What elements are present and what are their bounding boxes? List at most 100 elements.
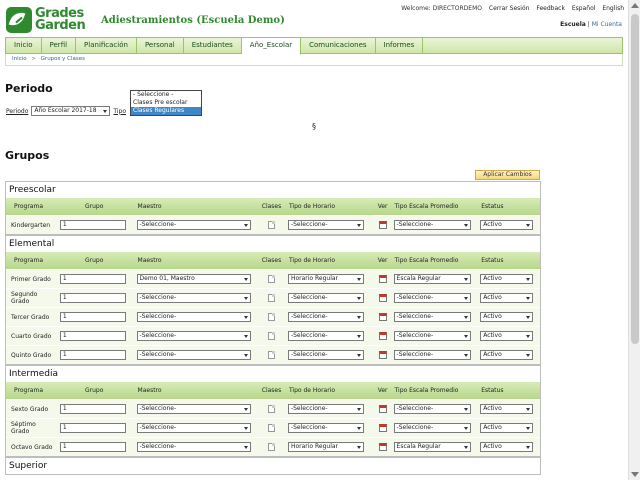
table-header-row: Programa Grupo Maestro Clases Tipo de Horari…: [6, 198, 540, 215]
estatus-select[interactable]: Activo: [480, 404, 534, 414]
calendar-icon[interactable]: [378, 351, 387, 359]
maestro-select[interactable]: -Seleccione-: [136, 312, 251, 322]
document-icon[interactable]: [268, 275, 275, 283]
estatus-select[interactable]: Activo: [480, 442, 534, 452]
nav-tab-7[interactable]: Informes: [376, 38, 424, 53]
estatus-select[interactable]: Activo: [480, 274, 534, 284]
nav-tab-5[interactable]: Año_Escolar: [241, 38, 302, 55]
escala-select[interactable]: Escala Regular: [393, 274, 471, 284]
estatus-cell: Activo: [479, 423, 540, 433]
nav-tab-0[interactable]: Inicio: [6, 38, 42, 53]
horario-cell: -Seleccione-: [286, 312, 373, 322]
grupo-input[interactable]: 1: [59, 350, 126, 360]
column-header-escala: Tipo Escala Promedio: [394, 387, 459, 394]
horario-select[interactable]: -Seleccione-: [287, 423, 364, 433]
vertical-scrollbar[interactable]: [628, 0, 640, 480]
tipo-listbox[interactable]: - Seleccione - Clases Pre escolar Clases R…: [130, 90, 202, 116]
periodo-select[interactable]: Año Escolar 2017-18: [31, 106, 111, 116]
scroll-down-icon[interactable]: [631, 472, 639, 477]
estatus-select[interactable]: Activo: [480, 220, 534, 230]
grupo-input[interactable]: 1: [59, 220, 126, 230]
column-header-estatus: Estatus: [481, 203, 504, 210]
horario-select[interactable]: Horario Regular: [287, 274, 364, 284]
calendar-icon[interactable]: [378, 424, 387, 432]
document-icon[interactable]: [268, 313, 275, 321]
document-icon[interactable]: [268, 424, 275, 432]
tipo-option[interactable]: Clases Regulares: [131, 107, 201, 115]
document-icon[interactable]: [268, 294, 275, 302]
grupo-input[interactable]: 1: [59, 442, 126, 452]
estatus-select[interactable]: Activo: [480, 312, 534, 322]
espanol-link[interactable]: Español: [572, 5, 596, 12]
horario-select[interactable]: -Seleccione-: [287, 350, 364, 360]
escuela-link[interactable]: Escuela: [560, 21, 586, 28]
maestro-select[interactable]: -Seleccione-: [136, 423, 251, 433]
horario-select[interactable]: -Seleccione-: [287, 220, 364, 230]
document-icon[interactable]: [268, 351, 275, 359]
horario-select[interactable]: -Seleccione-: [287, 404, 364, 414]
horario-select[interactable]: -Seleccione-: [287, 312, 364, 322]
escala-select[interactable]: -Seleccione-: [393, 423, 471, 433]
scroll-thumb[interactable]: [631, 14, 639, 344]
breadcrumb-home[interactable]: Inicio: [12, 56, 27, 62]
maestro-select[interactable]: -Seleccione-: [136, 350, 251, 360]
horario-cell: -Seleccione-: [286, 293, 373, 303]
grupo-input[interactable]: 1: [59, 274, 126, 284]
calendar-icon[interactable]: [378, 332, 387, 340]
grupo-input[interactable]: 1: [59, 331, 126, 341]
document-icon[interactable]: [268, 332, 275, 340]
calendar-icon[interactable]: [378, 405, 387, 413]
scroll-up-icon[interactable]: [631, 3, 639, 8]
tipo-option[interactable]: Clases Pre escolar: [131, 99, 201, 107]
grupo-input[interactable]: 1: [59, 423, 126, 433]
escala-select[interactable]: -Seleccione-: [393, 293, 471, 303]
mi-cuenta-link[interactable]: Mi Cuenta: [592, 21, 622, 28]
maestro-select[interactable]: -Seleccione-: [136, 331, 251, 341]
escala-select[interactable]: -Seleccione-: [393, 404, 471, 414]
horario-select[interactable]: Horario Regular: [287, 442, 364, 452]
document-icon[interactable]: [268, 221, 275, 229]
maestro-select[interactable]: -Seleccione-: [136, 220, 251, 230]
calendar-icon[interactable]: [378, 313, 387, 321]
breadcrumb-current[interactable]: Grupos y Clases: [41, 56, 85, 62]
maestro-cell: -Seleccione-: [134, 331, 258, 341]
document-icon[interactable]: [268, 405, 275, 413]
feedback-link[interactable]: Feedback: [536, 5, 565, 12]
escala-cell: -Seleccione-: [393, 293, 480, 303]
maestro-select[interactable]: -Seleccione-: [136, 442, 251, 452]
document-icon[interactable]: [268, 443, 275, 451]
escala-select[interactable]: Escala Regular: [393, 442, 471, 452]
english-link[interactable]: English: [602, 5, 624, 12]
calendar-icon[interactable]: [378, 221, 387, 229]
horario-select[interactable]: -Seleccione-: [287, 293, 364, 303]
nav-tab-6[interactable]: Comunicaciones: [301, 38, 376, 53]
maestro-select[interactable]: -Seleccione-: [136, 293, 251, 303]
logout-link[interactable]: Cerrar Sesión: [489, 5, 530, 12]
maestro-select[interactable]: -Seleccione-: [136, 404, 251, 414]
ver-cell: [373, 443, 393, 451]
grupo-input[interactable]: 1: [59, 312, 126, 322]
horario-select[interactable]: -Seleccione-: [287, 331, 364, 341]
escala-select[interactable]: -Seleccione-: [393, 312, 471, 322]
estatus-select[interactable]: Activo: [480, 293, 534, 303]
apply-changes-button[interactable]: Aplicar Cambios: [475, 170, 540, 180]
escala-cell: -Seleccione-: [393, 331, 480, 341]
grupo-input[interactable]: 1: [59, 293, 126, 303]
estatus-select[interactable]: Activo: [480, 423, 534, 433]
tipo-option[interactable]: - Seleccione -: [131, 91, 201, 99]
estatus-select[interactable]: Activo: [480, 331, 534, 341]
grupo-input[interactable]: 1: [59, 404, 126, 414]
escala-select[interactable]: -Seleccione-: [393, 331, 471, 341]
calendar-icon[interactable]: [378, 275, 387, 283]
escala-select[interactable]: -Seleccione-: [393, 220, 471, 230]
nav-tab-2[interactable]: Planificación: [76, 38, 137, 53]
escala-select[interactable]: -Seleccione-: [393, 350, 471, 360]
nav-tab-3[interactable]: Personal: [137, 38, 184, 53]
nav-tab-4[interactable]: Estudiantes: [184, 38, 242, 53]
nav-tab-1[interactable]: Perfil: [42, 38, 77, 53]
estatus-select[interactable]: Activo: [480, 350, 534, 360]
calendar-icon[interactable]: [378, 443, 387, 451]
calendar-icon[interactable]: [378, 294, 387, 302]
maestro-select[interactable]: Demo 01, Maestro: [136, 274, 251, 284]
logo[interactable]: Grades Garden: [6, 6, 86, 34]
